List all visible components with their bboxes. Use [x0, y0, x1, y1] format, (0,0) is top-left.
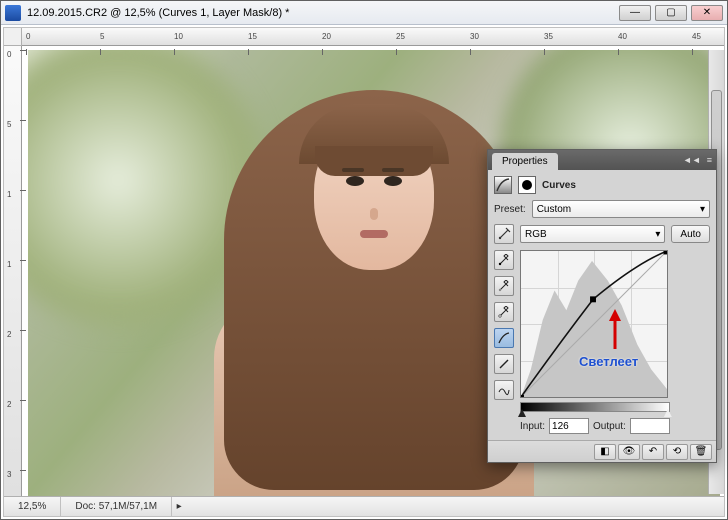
collapse-panel-icon[interactable]: ◄◄	[683, 155, 701, 165]
toggle-visibility-icon[interactable]: 👁	[618, 444, 640, 460]
panel-footer: ◧ 👁 ↶ ⟲ 🗑	[488, 440, 716, 462]
clip-to-layer-icon[interactable]: ◧	[594, 444, 616, 460]
eyedropper-gray-icon[interactable]	[494, 276, 514, 296]
adjustment-name: Curves	[542, 180, 576, 191]
preset-select[interactable]: Custom ▾	[532, 200, 710, 218]
preset-value: Custom	[537, 204, 571, 215]
curve-lines	[521, 251, 667, 397]
annotation-arrow-icon	[607, 309, 623, 349]
panel-body: Curves Preset: Custom ▾ RGB ▾ Auto	[488, 170, 716, 440]
maximize-button[interactable]: ▢	[655, 5, 687, 21]
input-gradient[interactable]	[520, 402, 670, 412]
zoom-field[interactable]: 12,5%	[4, 497, 61, 516]
close-button[interactable]: ✕	[691, 5, 723, 21]
ruler-v-tick: 1	[7, 190, 11, 199]
io-row: Input: Output:	[520, 418, 670, 434]
curve-draw-tool-icon[interactable]	[494, 354, 514, 374]
previous-state-icon[interactable]: ↶	[642, 444, 664, 460]
channel-select[interactable]: RGB ▾	[520, 225, 665, 243]
input-value[interactable]	[549, 418, 589, 434]
layer-mask-icon[interactable]	[518, 176, 536, 194]
app-icon	[5, 5, 21, 21]
curve-point-tool-icon[interactable]	[494, 328, 514, 348]
ruler-origin	[4, 28, 22, 46]
status-menu-arrow[interactable]: ▸	[172, 497, 186, 516]
ruler-v-tick: 2	[7, 330, 11, 339]
tab-properties[interactable]: Properties	[492, 153, 558, 170]
curves-toolbar	[494, 250, 514, 434]
statusbar: 12,5% Doc: 57,1M/57,1M ▸	[4, 496, 724, 516]
black-point-slider[interactable]	[518, 409, 526, 417]
ruler-h-tick: 10	[174, 32, 183, 41]
delete-adjustment-icon[interactable]: 🗑	[690, 444, 712, 460]
output-label: Output:	[593, 421, 626, 432]
annotation-text: Светлеет	[579, 354, 638, 369]
output-value[interactable]	[630, 418, 670, 434]
ruler-v-tick: 0	[7, 50, 11, 59]
curves-graph[interactable]: Светлеет	[520, 250, 668, 398]
eyedropper-white-icon[interactable]	[494, 302, 514, 322]
minimize-button[interactable]: —	[619, 5, 651, 21]
ruler-vertical[interactable]: 0 5 1 1 2 2 3	[4, 46, 22, 496]
eyedropper-black-icon[interactable]	[494, 250, 514, 270]
auto-button[interactable]: Auto	[671, 225, 710, 243]
channel-value: RGB	[525, 229, 547, 240]
properties-panel: Properties ◄◄ ≡ Curves Preset: Custom ▾	[487, 149, 717, 463]
curves-adjustment-icon[interactable]	[494, 176, 512, 194]
ruler-v-tick: 1	[7, 260, 11, 269]
preset-label: Preset:	[494, 204, 526, 215]
ruler-h-tick: 30	[470, 32, 479, 41]
app-window: 12.09.2015.CR2 @ 12,5% (Curves 1, Layer …	[0, 0, 728, 520]
ruler-v-tick: 5	[7, 120, 11, 129]
chevron-down-icon: ▾	[700, 204, 705, 215]
ruler-horizontal[interactable]: 0 5 10 15 20 25 30 35 40 45	[22, 28, 724, 46]
titlebar: 12.09.2015.CR2 @ 12,5% (Curves 1, Layer …	[1, 1, 727, 25]
ruler-v-tick: 3	[7, 470, 11, 479]
document-title: 12.09.2015.CR2 @ 12,5% (Curves 1, Layer …	[27, 7, 619, 19]
ruler-h-tick: 40	[618, 32, 627, 41]
doc-size: Doc: 57,1M/57,1M	[61, 497, 172, 516]
target-adjust-tool[interactable]	[494, 224, 514, 244]
chevron-down-icon: ▾	[655, 229, 660, 240]
ruler-h-tick: 0	[26, 32, 30, 41]
reset-icon[interactable]: ⟲	[666, 444, 688, 460]
ruler-h-tick: 45	[692, 32, 701, 41]
input-label: Input:	[520, 421, 545, 432]
ruler-h-tick: 35	[544, 32, 553, 41]
panel-menu-icon[interactable]: ≡	[707, 155, 712, 165]
ruler-h-tick: 20	[322, 32, 331, 41]
curve-smooth-icon[interactable]	[494, 380, 514, 400]
panel-tabrow: Properties ◄◄ ≡	[488, 150, 716, 170]
window-buttons: — ▢ ✕	[619, 5, 723, 21]
adjustment-header: Curves	[494, 176, 710, 200]
ruler-h-tick: 15	[248, 32, 257, 41]
ruler-h-tick: 5	[100, 32, 104, 41]
ruler-h-tick: 25	[396, 32, 405, 41]
ruler-v-tick: 2	[7, 400, 11, 409]
white-point-slider[interactable]	[664, 409, 672, 417]
